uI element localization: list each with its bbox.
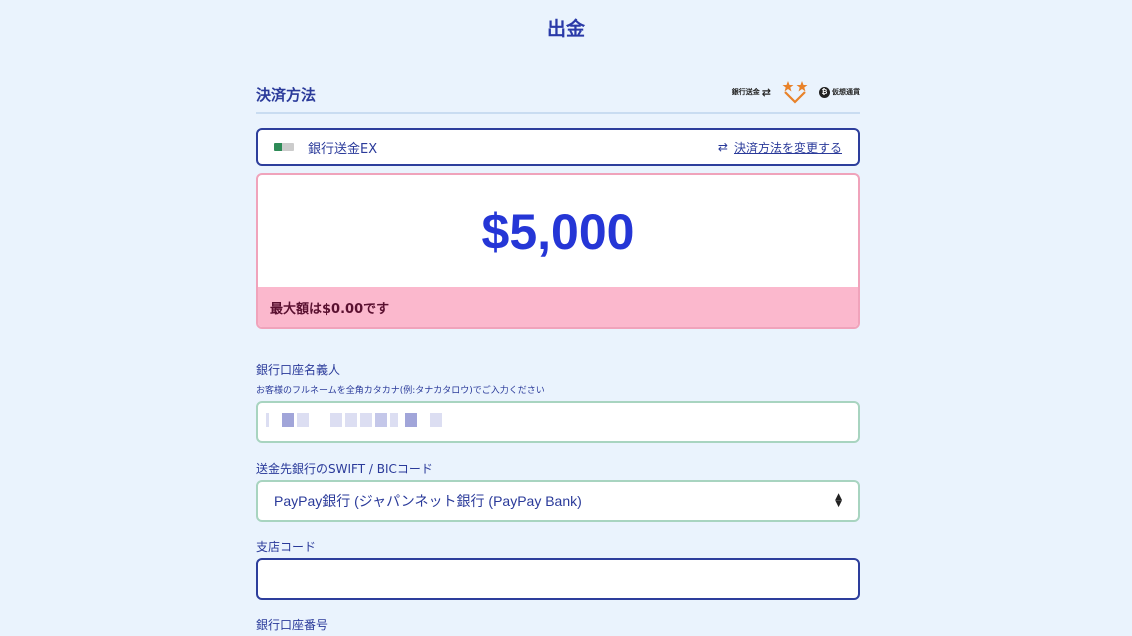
branch-code-label: 支店コード [256, 540, 317, 554]
method-name: 銀行送金EX [308, 141, 378, 157]
account-name-hint: お客様のフルネームを全角カタカナ(例:タナカタロウ)でご入力ください [256, 386, 545, 396]
swift-selected-value: PayPay銀行 (ジャパンネット銀行 (PayPay Bank) [274, 493, 582, 509]
section-title: 決済方法 [256, 85, 317, 104]
amount-box[interactable]: $5,000 最大額は$0.00です [256, 173, 860, 329]
bank-transfer-icon: 銀行送金 ⇄ [731, 85, 771, 99]
account-name-field[interactable] [256, 401, 860, 443]
branch-code-field[interactable] [256, 558, 860, 600]
method-icons: 銀行送金 ⇄ ₿ 仮想通貨 [732, 80, 860, 104]
bitcoin-icon: ₿ 仮想通貨 [819, 86, 860, 98]
amount-error-message: 最大額は$0.00です [258, 287, 858, 327]
swap-arrows-icon: ⇄ [717, 140, 728, 154]
account-name-input[interactable] [258, 403, 858, 441]
payment-method-header: 決済方法 銀行送金 ⇄ ₿ 仮想通貨 [256, 76, 860, 114]
coin-icon: ₿ [819, 86, 830, 98]
change-payment-method-link[interactable]: ⇄ 決済方法を変更する [718, 139, 842, 156]
select-arrows-icon: ▲ ▼ [835, 492, 842, 509]
withdrawal-page: 出金 決済方法 銀行送金 ⇄ ₿ 仮想通貨 銀行送金EX ⇄ 決済方法を変更する… [0, 0, 1132, 636]
account-name-label: 銀行口座名義人 [256, 363, 341, 377]
swift-label: 送金先銀行のSWIFT / BICコード [256, 462, 433, 476]
bank-logo-icon [274, 143, 294, 151]
amount-value[interactable]: $5,000 [258, 175, 858, 289]
exchange-arrows-icon: ⇄ [761, 85, 771, 99]
branch-code-input[interactable] [258, 560, 858, 598]
swift-select[interactable]: PayPay銀行 (ジャパンネット銀行 (PayPay Bank) ▲ ▼ [256, 480, 860, 522]
selected-payment-method: 銀行送金EX ⇄ 決済方法を変更する [256, 128, 860, 166]
account-number-label: 銀行口座番号 [256, 618, 329, 632]
page-title: 出金 [546, 18, 585, 40]
star-rank-icon [782, 81, 808, 104]
